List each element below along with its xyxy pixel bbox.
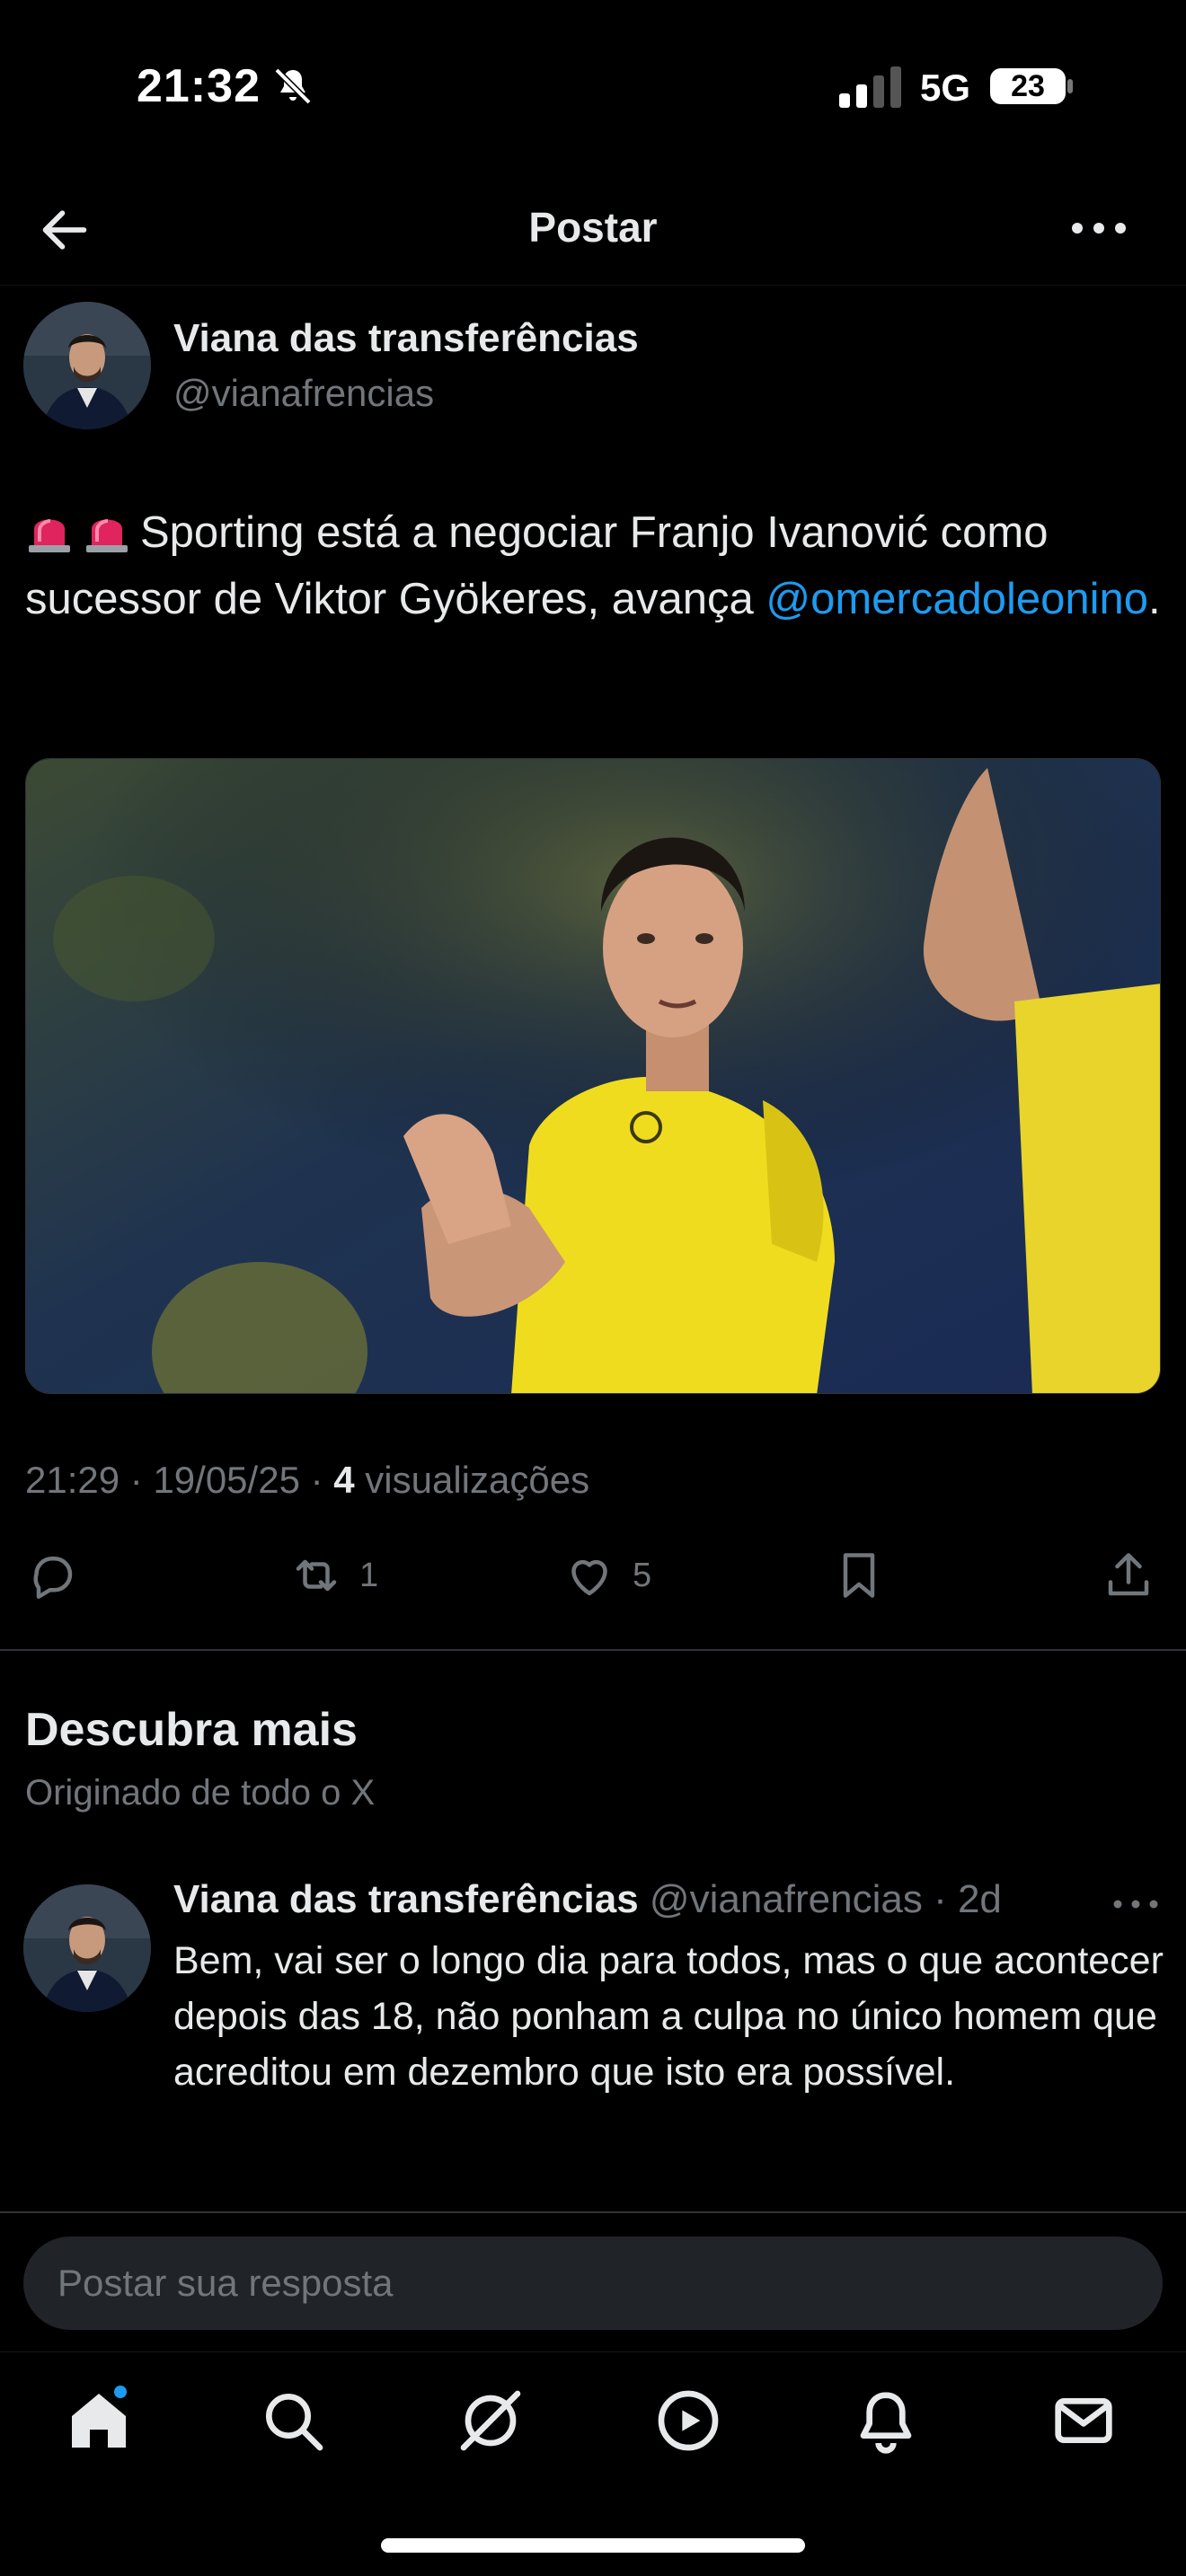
section-divider bbox=[0, 1649, 1186, 1651]
messages-tab[interactable] bbox=[1048, 2385, 1120, 2457]
tweet-meta: 21:29 · 19/05/25 · 4 visualizações bbox=[25, 1459, 590, 1501]
page-title: Postar bbox=[528, 204, 658, 251]
retweet-button[interactable]: 1 bbox=[289, 1548, 378, 1602]
tweet-photo[interactable] bbox=[25, 758, 1161, 1394]
status-bar: 21:32 5G 23 bbox=[0, 0, 1186, 171]
views-label: visualizações bbox=[365, 1459, 590, 1501]
siren-emoji-icon bbox=[86, 519, 128, 552]
bookmark-button[interactable] bbox=[832, 1548, 886, 1602]
notifications-icon bbox=[860, 2392, 912, 2454]
search-tab[interactable] bbox=[257, 2385, 329, 2457]
grok-icon bbox=[460, 2390, 521, 2451]
home-indicator[interactable] bbox=[381, 2538, 805, 2553]
reply-composer[interactable] bbox=[23, 2236, 1163, 2330]
reply-separator: · bbox=[922, 1877, 958, 1921]
discover-title: Descubra mais bbox=[25, 1704, 358, 1756]
retweet-icon bbox=[296, 1559, 337, 1592]
heart-icon bbox=[571, 1559, 607, 1596]
reply-author-handle[interactable]: @vianafrencias bbox=[650, 1877, 923, 1921]
reply-age: 2d bbox=[957, 1877, 1002, 1921]
status-time: 21:32 bbox=[137, 60, 261, 112]
bell-muted-icon bbox=[274, 67, 312, 105]
more-options-icon[interactable] bbox=[1069, 217, 1128, 239]
like-count: 5 bbox=[633, 1556, 652, 1594]
reply-author-avatar[interactable] bbox=[23, 1884, 151, 2012]
reply-author-name[interactable]: Viana das transferências bbox=[173, 1877, 639, 1921]
reply-icon bbox=[33, 1557, 73, 1599]
author-avatar[interactable] bbox=[23, 302, 151, 429]
mention-link[interactable]: @omercadoleonino bbox=[766, 575, 1148, 623]
like-button[interactable]: 5 bbox=[562, 1548, 651, 1602]
notification-dot bbox=[111, 2383, 129, 2401]
cellular-signal-icon bbox=[839, 66, 901, 108]
battery-icon: 23 bbox=[988, 65, 1075, 108]
notifications-tab[interactable] bbox=[850, 2385, 922, 2457]
reply-more-icon[interactable] bbox=[1111, 1895, 1161, 1913]
video-tab[interactable] bbox=[652, 2385, 724, 2457]
share-icon bbox=[1108, 1553, 1149, 1596]
author-handle[interactable]: @vianafrencias bbox=[173, 372, 434, 415]
battery-level: 23 bbox=[1011, 69, 1045, 103]
reply-text[interactable]: Bem, vai ser o longo dia para todos, mas… bbox=[173, 1933, 1171, 2100]
siren-emoji-icon bbox=[29, 519, 70, 552]
network-type: 5G bbox=[920, 66, 971, 109]
reply-input[interactable] bbox=[58, 2236, 1118, 2330]
home-tab[interactable] bbox=[63, 2383, 135, 2457]
views-count: 4 bbox=[333, 1459, 355, 1501]
section-divider bbox=[0, 2211, 1186, 2213]
discover-subtitle: Originado de todo o X bbox=[25, 1773, 376, 1813]
retweet-count: 1 bbox=[359, 1556, 379, 1594]
tweet-text: Sporting está a negociar Franjo Ivanović… bbox=[25, 499, 1166, 632]
tweet-date: 19/05/25 bbox=[153, 1459, 300, 1501]
reply-header: Viana das transferências @vianafrencias … bbox=[173, 1877, 1002, 1922]
search-icon bbox=[266, 2394, 323, 2451]
post-header: Postar bbox=[0, 171, 1186, 286]
tweet-end: . bbox=[1148, 575, 1161, 623]
bookmark-icon bbox=[843, 1553, 875, 1598]
video-icon bbox=[658, 2390, 719, 2451]
tweet-actions: 1 5 bbox=[0, 1541, 1186, 1613]
author-name[interactable]: Viana das transferências bbox=[173, 316, 639, 361]
grok-tab[interactable] bbox=[455, 2385, 527, 2457]
messages-icon bbox=[1055, 2398, 1112, 2443]
share-button[interactable] bbox=[1102, 1548, 1155, 1602]
reply-button[interactable] bbox=[25, 1548, 79, 1602]
tweet-time: 21:29 bbox=[25, 1459, 120, 1501]
